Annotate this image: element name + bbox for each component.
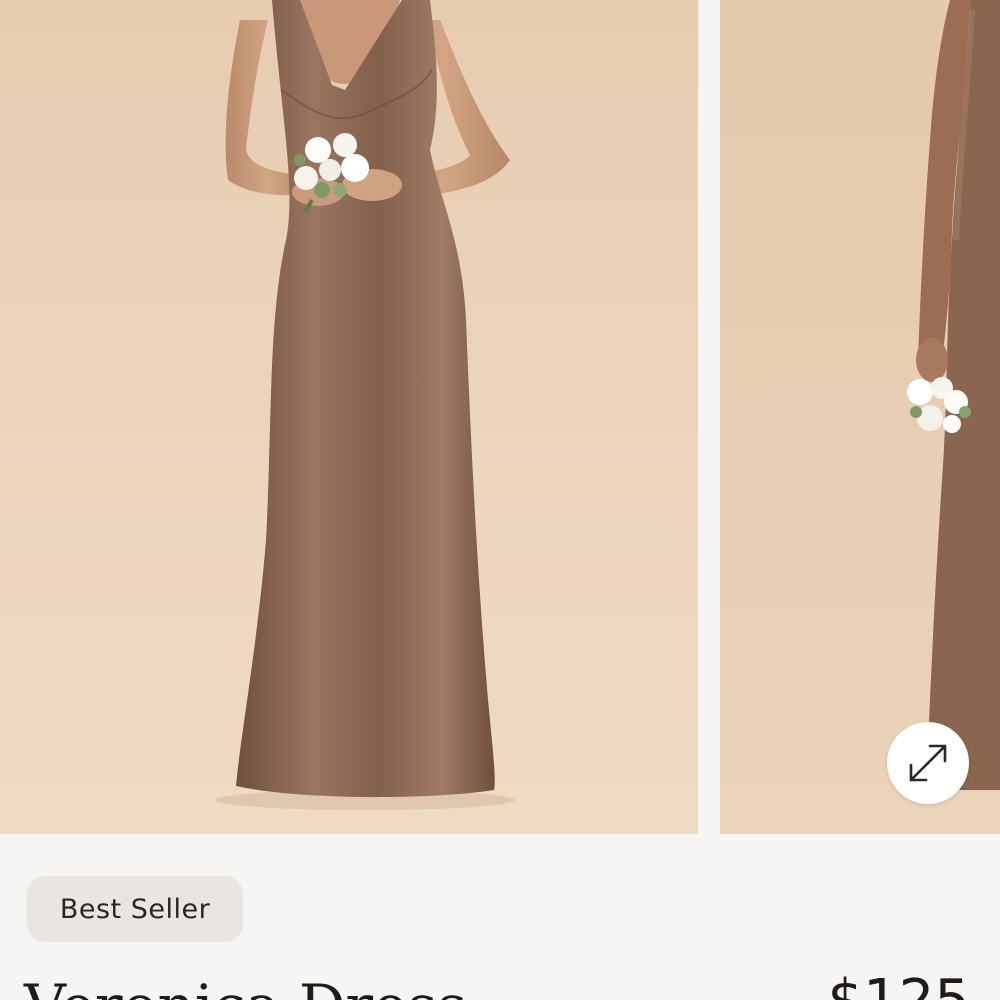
product-image-side[interactable] <box>720 0 1000 834</box>
dress-front-illustration <box>215 0 515 810</box>
product-info: Best Seller Veronica Dress $125 <box>0 834 1000 1000</box>
best-seller-badge: Best Seller <box>27 876 243 942</box>
dress-side-illustration <box>907 0 1000 790</box>
expand-arrows-icon <box>909 744 947 782</box>
product-image-front[interactable] <box>0 0 698 834</box>
product-title: Veronica Dress <box>24 972 467 1000</box>
expand-image-button[interactable] <box>887 722 969 804</box>
product-image-gallery[interactable] <box>0 0 1000 834</box>
product-price: $125 <box>827 968 970 1000</box>
